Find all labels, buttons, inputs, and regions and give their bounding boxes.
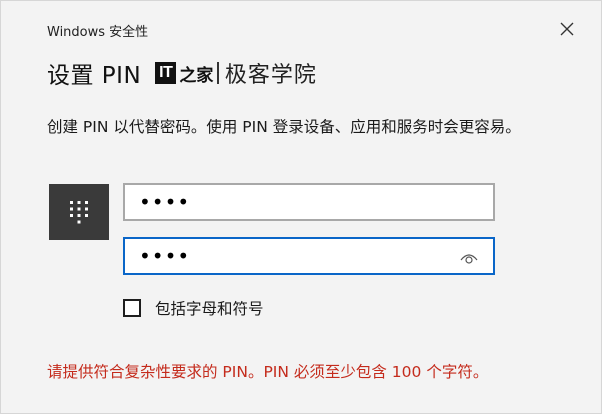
logo-divider [217,62,219,84]
new-pin-input[interactable]: •••• [123,183,495,221]
eye-icon [460,254,478,264]
error-message: 请提供符合复杂性要求的 PIN。PIN 必须至少包含 100 个字符。 [47,363,489,381]
logo-script-mark: 之家 [179,65,214,86]
new-pin-value: •••• [139,190,191,214]
confirm-pin-value: •••• [139,244,191,268]
keypad-tile [49,184,109,240]
dialog-heading: 设置 PIN IT 之家 极客学院 [47,55,317,91]
include-letters-symbols-label: 包括字母和符号 [155,300,264,318]
include-letters-symbols-option[interactable]: 包括字母和符号 [123,297,264,319]
confirm-pin-input[interactable]: •••• [123,237,495,275]
close-icon [560,22,574,36]
keypad-icon [70,201,88,224]
include-letters-symbols-checkbox[interactable] [123,299,141,317]
title-bar: Windows 安全性 [1,1,601,49]
description-text: 创建 PIN 以代替密码。使用 PIN 登录设备、应用和服务时会更容易。 [47,118,521,136]
logo-it-mark: IT [155,62,177,84]
heading-title: 设置 PIN [47,63,142,89]
close-button[interactable] [557,19,577,39]
watermark-logo: IT 之家 极客学院 [155,59,317,88]
logo-name-text: 极客学院 [224,63,317,88]
windows-security-dialog: Windows 安全性 设置 PIN IT 之家 极客学院 创建 PIN 以代替… [0,0,602,414]
window-title: Windows 安全性 [47,25,149,40]
reveal-password-button[interactable] [459,247,479,265]
